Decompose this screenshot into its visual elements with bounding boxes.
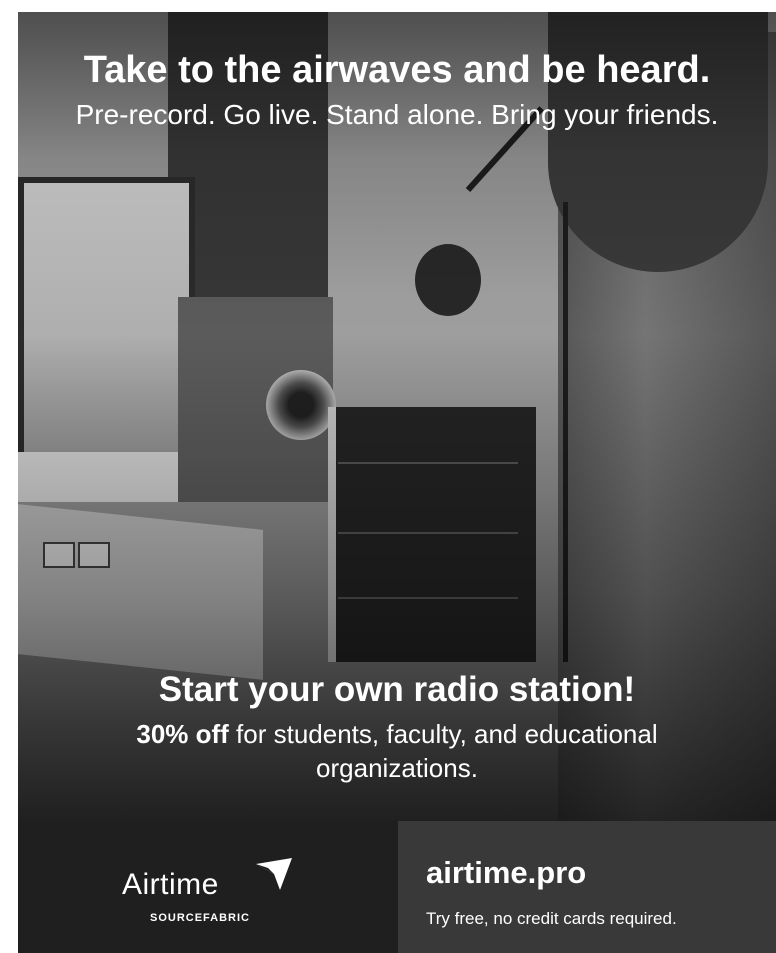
footer-logo-panel: Airtime SOURCEFABRIC bbox=[18, 821, 398, 953]
airtime-logo[interactable]: Airtime SOURCEFABRIC bbox=[122, 858, 302, 926]
paper-plane-icon bbox=[256, 858, 292, 890]
advertisement: Take to the airwaves and be heard. Pre-r… bbox=[18, 12, 776, 953]
promo-text: 30% off for students, faculty, and educa… bbox=[68, 717, 726, 785]
subheadline: Pre-record. Go live. Stand alone. Bring … bbox=[75, 99, 719, 130]
tagline: Try free, no credit cards required. bbox=[426, 909, 677, 928]
discount-text: 30% off bbox=[136, 719, 229, 749]
headline: Take to the airwaves and be heard. bbox=[83, 49, 711, 91]
promo-audience: for students, faculty, and educational o… bbox=[228, 719, 658, 783]
logo-wordmark: Airtime bbox=[122, 868, 219, 901]
website-link[interactable]: airtime.pro bbox=[426, 855, 586, 891]
logo-subtitle: SOURCEFABRIC bbox=[150, 912, 251, 924]
footer-cta-panel: airtime.pro Try free, no credit cards re… bbox=[398, 821, 776, 953]
promo-title: Start your own radio station! bbox=[158, 670, 636, 709]
